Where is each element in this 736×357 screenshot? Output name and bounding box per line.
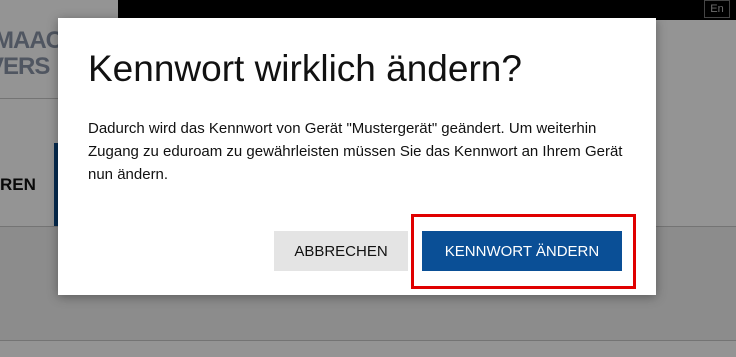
cancel-button[interactable]: ABBRECHEN [274, 231, 408, 271]
dialog-title: Kennwort wirklich ändern? [88, 48, 522, 89]
change-password-button[interactable]: KENNWORT ÄNDERN [422, 231, 622, 271]
page: En MAACH VERS REN Kennwort wirklich ände… [0, 0, 736, 357]
dialog-message: Dadurch wird das Kennwort von Gerät "Mus… [88, 120, 623, 183]
confirm-dialog: Kennwort wirklich ändern? Dadurch wird d… [58, 18, 656, 295]
